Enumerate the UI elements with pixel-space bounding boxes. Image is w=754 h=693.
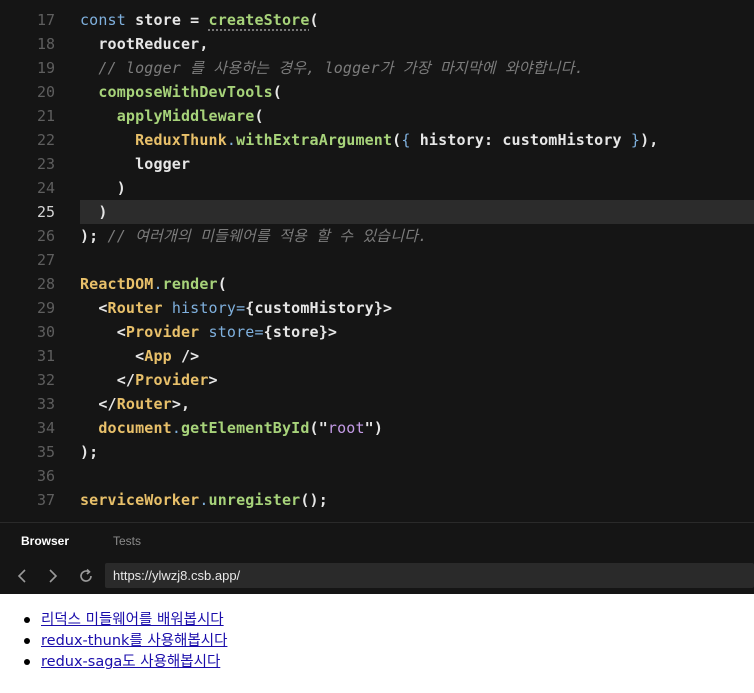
chevron-left-icon[interactable] [12, 566, 32, 586]
line-number: 33 [36, 395, 55, 413]
list-item: 리덕스 미들웨어를 배워봅시다 [23, 610, 227, 631]
code-line[interactable]: 34 document.getElementById("root") [0, 416, 754, 440]
code-text: const store = createStore( [80, 11, 319, 29]
code-text: ReactDOM.render( [80, 275, 227, 293]
tab-browser[interactable]: Browser [21, 534, 69, 548]
link-list: 리덕스 미들웨어를 배워봅시다 redux-thunk를 사용해봅시다 redu… [23, 610, 227, 673]
line-number: 19 [36, 59, 55, 77]
chevron-right-icon[interactable] [43, 566, 63, 586]
code-line[interactable]: 25 ) [0, 200, 754, 224]
refresh-icon[interactable] [76, 566, 96, 586]
line-number: 24 [36, 179, 55, 197]
code-text: ); [80, 443, 99, 461]
link-intro[interactable]: 리덕스 미들웨어를 배워봅시다 [41, 612, 224, 628]
line-number: 29 [36, 299, 55, 317]
code-line[interactable]: 30 <Provider store={store}> [0, 320, 754, 344]
code-line[interactable]: 23 logger [0, 152, 754, 176]
code-line[interactable]: 35); [0, 440, 754, 464]
code-line[interactable]: 33 </Router>, [0, 392, 754, 416]
line-number: 31 [36, 347, 55, 365]
code-text: document.getElementById("root") [80, 419, 384, 437]
code-line[interactable]: 18 rootReducer, [0, 32, 754, 56]
code-line[interactable]: 31 <App /> [0, 344, 754, 368]
code-text: ) [80, 179, 126, 197]
code-line[interactable]: 32 </Provider> [0, 368, 754, 392]
code-text: ReduxThunk.withExtraArgument({ history: … [80, 131, 659, 149]
line-number: 25 [36, 203, 55, 221]
preview-pane: Browser Tests https://ylwzj8.csb.app/ 리덕… [0, 522, 754, 693]
line-number: 27 [36, 251, 55, 269]
code-line[interactable]: 24 ) [0, 176, 754, 200]
browser-navbar: https://ylwzj8.csb.app/ [0, 558, 754, 594]
code-text: composeWithDevTools( [80, 83, 282, 101]
code-text: </Router>, [80, 395, 191, 413]
code-line[interactable]: 37 serviceWorker.unregister(); [0, 488, 754, 512]
preview-page: 리덕스 미들웨어를 배워봅시다 redux-thunk를 사용해봅시다 redu… [0, 594, 754, 693]
line-number: 32 [36, 371, 55, 389]
code-line[interactable]: 28 ReactDOM.render( [0, 272, 754, 296]
line-number: 35 [36, 443, 55, 461]
link-redux-saga[interactable]: redux-saga도 사용해봅시다 [41, 654, 220, 670]
code-text: ); // 여러개의 미들웨어를 적용 할 수 있습니다. [80, 227, 428, 245]
line-number: 21 [36, 107, 55, 125]
code-text: rootReducer, [80, 35, 209, 53]
code-text: applyMiddleware( [80, 107, 264, 125]
code-line[interactable]: 29 <Router history={customHistory}> [0, 296, 754, 320]
code-text: <Router history={customHistory}> [80, 299, 393, 317]
line-number: 23 [36, 155, 55, 173]
url-input[interactable]: https://ylwzj8.csb.app/ [105, 563, 754, 588]
line-number: 20 [36, 83, 55, 101]
code-line[interactable]: 21 applyMiddleware( [0, 104, 754, 128]
line-number: 37 [36, 491, 55, 509]
code-line[interactable]: 26 ); // 여러개의 미들웨어를 적용 할 수 있습니다. [0, 224, 754, 248]
list-item: redux-saga도 사용해봅시다 [23, 652, 227, 673]
code-text: </Provider> [80, 371, 218, 389]
line-number: 34 [36, 419, 55, 437]
line-number: 17 [36, 11, 55, 29]
code-text: // logger 를 사용하는 경우, logger가 가장 마지막에 와야합… [80, 59, 584, 77]
line-number: 22 [36, 131, 55, 149]
code-text: serviceWorker.unregister(); [80, 491, 328, 509]
tab-tests[interactable]: Tests [113, 534, 141, 548]
code-text: <Provider store={store}> [80, 323, 338, 341]
line-number: 36 [36, 467, 55, 485]
code-text: <App /> [80, 347, 200, 365]
code-text: logger [80, 155, 191, 173]
code-line[interactable]: 27 [0, 248, 754, 272]
code-line[interactable]: 19 // logger 를 사용하는 경우, logger가 가장 마지막에 … [0, 56, 754, 80]
code-text: ) [80, 203, 108, 221]
list-item: redux-thunk를 사용해봅시다 [23, 631, 227, 652]
link-redux-thunk[interactable]: redux-thunk를 사용해봅시다 [41, 633, 227, 649]
line-number: 26 [36, 227, 55, 245]
code-line[interactable]: 20 composeWithDevTools( [0, 80, 754, 104]
line-number: 28 [36, 275, 55, 293]
code-line[interactable]: 17 const store = createStore( [0, 8, 754, 32]
code-editor[interactable]: 17 const store = createStore( 18 rootReduc… [0, 0, 754, 522]
code-line[interactable]: 22 ReduxThunk.withExtraArgument({ histor… [0, 128, 754, 152]
preview-tabs: Browser Tests [0, 522, 754, 558]
code-line[interactable]: 36 [0, 464, 754, 488]
line-number: 30 [36, 323, 55, 341]
line-number: 18 [36, 35, 55, 53]
